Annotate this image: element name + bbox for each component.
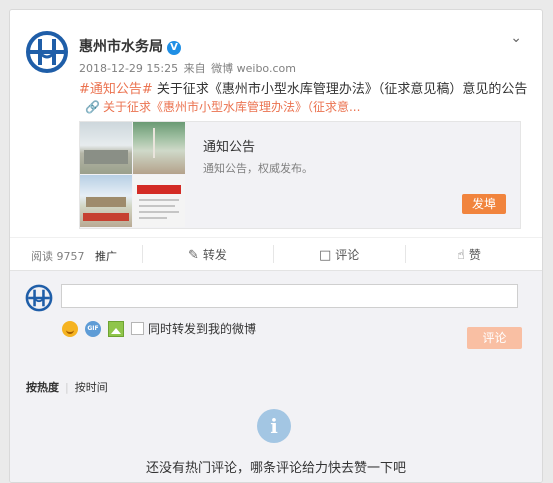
thumbnail-image — [80, 122, 132, 174]
divider — [405, 245, 406, 263]
comment-button[interactable]: □ 评论 — [319, 246, 359, 263]
sort-divider: | — [65, 381, 69, 394]
repost-checkbox-label[interactable]: 同时转发到我的微博 — [148, 322, 256, 336]
weibo-post-card: 惠州市水务局 V 2018-12-29 15:25 来自 微博 weibo.com… — [9, 9, 543, 483]
emoji-icon[interactable] — [62, 320, 78, 337]
thumbnail-image — [133, 122, 185, 174]
post-content: #通知公告# 关于征求《惠州市小型水库管理办法》（征求意见稿）意见的公告 — [79, 78, 527, 97]
sort-by-time[interactable]: 按时间 — [75, 381, 108, 394]
thumbnail-building — [84, 150, 128, 164]
empty-state-message: 还没有热门评论，哪条评论给力快去赞一下吧 — [145, 461, 406, 476]
sort-by-hot[interactable]: 按热度 — [26, 381, 59, 394]
action-bar: 阅读 9757 推广 ✎ 转发 □ 评论 ☝ 赞 — [10, 237, 542, 271]
source-prefix: 来自 — [183, 62, 206, 75]
thumbnail-roof — [86, 197, 126, 207]
preview-title[interactable]: 通知公告 — [203, 136, 255, 155]
preview-description: 通知公告，权威发布。 — [203, 162, 313, 175]
thumbnail-sign — [83, 213, 129, 221]
image-icon[interactable] — [108, 320, 124, 337]
comment-section: GIF 同时转发到我的微博 评论 按热度 | 按时间 i 还没有热门评论，哪条评论给力… — [10, 270, 542, 482]
repost-checkbox[interactable] — [131, 322, 144, 335]
divider — [142, 245, 143, 263]
thumbnail-text-line — [139, 211, 179, 213]
repost-label: 转发 — [202, 248, 227, 262]
thumbnail-text-line — [139, 217, 167, 219]
chevron-down-icon[interactable]: ⌄ — [510, 30, 522, 46]
thumbnail-image — [80, 175, 132, 227]
comment-label: 评论 — [335, 248, 360, 262]
post-timestamp[interactable]: 2018-12-29 15:25 — [79, 62, 178, 75]
verified-icon: V — [167, 41, 181, 55]
post-meta: 2018-12-29 15:25 来自 微博 weibo.com — [79, 60, 298, 76]
thumbnail-text-line — [139, 205, 175, 207]
current-user-avatar — [25, 284, 53, 312]
submit-comment-button[interactable]: 评论 — [467, 327, 522, 349]
comment-tools: GIF 同时转发到我的微博 — [62, 320, 256, 337]
repost-icon: ✎ — [188, 248, 199, 263]
thumbnail-image — [133, 175, 185, 227]
thumbnail-banner — [137, 185, 181, 194]
gif-icon[interactable]: GIF — [85, 320, 101, 337]
thumbnail-pole — [153, 128, 155, 158]
like-label: 赞 — [468, 248, 481, 262]
thumbs-up-icon: ☝ — [457, 248, 465, 263]
link-icon: 🔗 — [85, 100, 100, 114]
promote-link[interactable]: 推广 — [95, 248, 117, 264]
comment-input[interactable] — [61, 284, 518, 308]
post-body-text: 关于征求《惠州市小型水库管理办法》（征求意见稿）意见的公告 — [152, 82, 528, 97]
read-label: 阅读 — [31, 250, 53, 263]
username-link[interactable]: 惠州市水务局 — [79, 39, 163, 55]
repost-button[interactable]: ✎ 转发 — [188, 246, 227, 263]
divider — [273, 245, 274, 263]
like-button[interactable]: ☝ 赞 — [457, 246, 481, 263]
user-avatar[interactable] — [25, 30, 69, 74]
article-link-text[interactable]: 关于征求《惠州市小型水库管理办法》（征求意... — [103, 100, 360, 114]
thumbnail-text-line — [139, 199, 179, 201]
publish-button[interactable]: 发埠 — [462, 194, 506, 214]
read-count-value: 9757 — [56, 250, 85, 263]
post-header: 惠州市水务局 V — [79, 36, 181, 56]
comment-icon: □ — [319, 248, 332, 263]
link-preview-card[interactable]: 通知公告 通知公告，权威发布。 发埠 — [79, 121, 521, 229]
post-source[interactable]: 微博 weibo.com — [211, 62, 296, 75]
hashtag-link[interactable]: #通知公告# — [79, 82, 153, 97]
comment-sort: 按热度 | 按时间 — [26, 379, 108, 395]
info-icon: i — [257, 409, 291, 443]
read-count: 阅读 9757 — [31, 248, 85, 264]
article-link[interactable]: 🔗 关于征求《惠州市小型水库管理办法》（征求意... — [85, 98, 360, 115]
